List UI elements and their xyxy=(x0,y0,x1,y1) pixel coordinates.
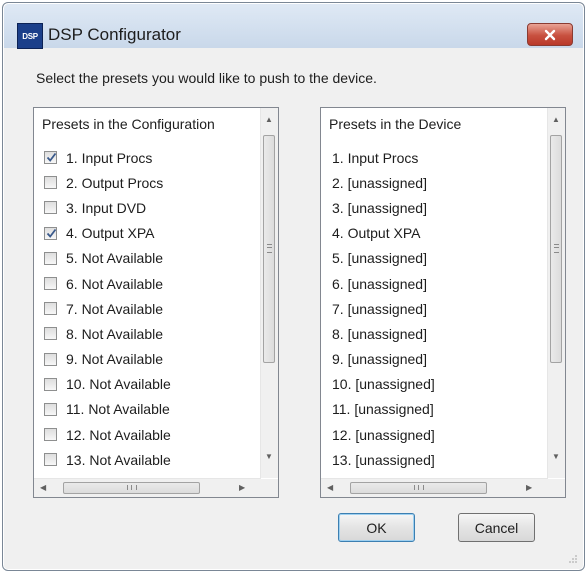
device-list-item[interactable]: 9. [unassigned] xyxy=(321,347,541,372)
device-list-item[interactable]: 13. [unassigned] xyxy=(321,447,541,472)
device-list-item[interactable]: 3. [unassigned] xyxy=(321,195,541,220)
configuration-vertical-scrollbar[interactable]: ▲ ▼ xyxy=(260,108,278,478)
device-list-item[interactable]: 7. [unassigned] xyxy=(321,296,541,321)
preset-label: 5. Not Available xyxy=(66,250,164,267)
window-title: DSP Configurator xyxy=(48,25,181,44)
device-list-item[interactable]: 12. [unassigned] xyxy=(321,422,541,447)
preset-checkbox[interactable] xyxy=(44,176,57,190)
checkmark-icon xyxy=(46,153,57,163)
device-list-item[interactable]: 10. [unassigned] xyxy=(321,372,541,397)
close-icon xyxy=(544,29,556,40)
preset-checkbox[interactable] xyxy=(44,277,57,291)
preset-checkbox[interactable] xyxy=(44,327,57,341)
preset-label: 2. Output Procs xyxy=(66,174,164,191)
close-button[interactable] xyxy=(527,23,573,46)
scroll-left-arrow-icon[interactable]: ◀ xyxy=(327,483,333,492)
preset-label: 12. Not Available xyxy=(66,426,171,443)
preset-label: 6. Not Available xyxy=(66,275,164,292)
horizontal-scroll-thumb[interactable] xyxy=(350,482,487,494)
grip-icon xyxy=(554,244,559,253)
device-presets-list[interactable]: Presets in the Device 1. Input Procs 2. [… xyxy=(320,107,566,498)
configuration-list-item[interactable]: 3. Input DVD xyxy=(34,195,254,220)
device-list-item[interactable]: 6. [unassigned] xyxy=(321,271,541,296)
instruction-text: Select the presets you would like to pus… xyxy=(36,70,377,86)
preset-checkbox[interactable] xyxy=(44,402,57,416)
preset-checkbox[interactable] xyxy=(44,302,57,316)
preset-label: 10. Not Available xyxy=(66,376,171,393)
horizontal-scroll-thumb[interactable] xyxy=(63,482,200,494)
preset-label: 7. Not Available xyxy=(66,300,164,317)
scroll-corner xyxy=(261,479,278,497)
checkmark-icon xyxy=(46,228,57,238)
preset-checkbox[interactable] xyxy=(44,251,57,265)
app-icon: DSP xyxy=(17,23,43,49)
configuration-list-item[interactable]: 13. Not Available xyxy=(34,447,254,472)
preset-label: 13. Not Available xyxy=(66,451,171,468)
preset-checkbox[interactable] xyxy=(44,428,57,442)
configuration-list-item[interactable]: 8. Not Available xyxy=(34,321,254,346)
configuration-presets-list[interactable]: Presets in the Configuration 1. Input Pr… xyxy=(33,107,279,498)
configuration-list-item[interactable]: 5. Not Available xyxy=(34,246,254,271)
preset-checkbox[interactable] xyxy=(44,377,57,391)
scroll-right-arrow-icon[interactable]: ▶ xyxy=(526,483,532,492)
preset-checkbox[interactable] xyxy=(44,352,57,366)
device-list-item[interactable]: 1. Input Procs xyxy=(321,145,541,170)
device-list-item[interactable]: 4. Output XPA xyxy=(321,221,541,246)
scroll-right-arrow-icon[interactable]: ▶ xyxy=(239,483,245,492)
configuration-list-header: Presets in the Configuration xyxy=(42,116,215,132)
configuration-list-item[interactable]: 10. Not Available xyxy=(34,372,254,397)
title-bar: DSP DSP Configurator xyxy=(4,4,583,49)
configuration-list-item[interactable]: 11. Not Available xyxy=(34,397,254,422)
preset-checkbox[interactable] xyxy=(44,453,57,467)
device-vertical-scrollbar[interactable]: ▲ ▼ xyxy=(547,108,565,478)
scroll-down-arrow-icon[interactable]: ▼ xyxy=(265,452,273,461)
configuration-list-item[interactable]: 12. Not Available xyxy=(34,422,254,447)
preset-label: 1. Input Procs xyxy=(66,149,153,166)
device-list-header: Presets in the Device xyxy=(329,116,462,132)
scroll-down-arrow-icon[interactable]: ▼ xyxy=(552,452,560,461)
cancel-button[interactable]: Cancel xyxy=(458,513,535,542)
configuration-list-item[interactable]: 4. Output XPA xyxy=(34,221,254,246)
scroll-up-arrow-icon[interactable]: ▲ xyxy=(265,115,273,124)
grip-icon xyxy=(267,244,272,253)
configuration-list-item[interactable]: 7. Not Available xyxy=(34,296,254,321)
grip-icon xyxy=(127,485,137,490)
configuration-list-rows: 1. Input Procs 2. Output Procs 3. Input DV… xyxy=(34,145,254,472)
resize-grip-icon[interactable] xyxy=(568,554,578,564)
vertical-scroll-thumb[interactable] xyxy=(263,135,275,363)
ok-button[interactable]: OK xyxy=(338,513,415,542)
preset-label: 11. Not Available xyxy=(66,401,170,418)
preset-checkbox[interactable] xyxy=(44,201,57,215)
configuration-list-item[interactable]: 2. Output Procs xyxy=(34,170,254,195)
dsp-configurator-dialog: DSP DSP Configurator Select the presets … xyxy=(2,2,585,571)
scroll-corner xyxy=(548,479,565,497)
device-list-item[interactable]: 2. [unassigned] xyxy=(321,170,541,195)
preset-label: 4. Output XPA xyxy=(66,225,155,242)
preset-label: 9. Not Available xyxy=(66,351,164,368)
preset-label: 3. Input DVD xyxy=(66,199,147,216)
device-horizontal-scrollbar[interactable]: ◀ ▶ xyxy=(321,478,548,497)
configuration-list-item[interactable]: 9. Not Available xyxy=(34,347,254,372)
scroll-up-arrow-icon[interactable]: ▲ xyxy=(552,115,560,124)
preset-label: 8. Not Available xyxy=(66,325,164,342)
scroll-left-arrow-icon[interactable]: ◀ xyxy=(40,483,46,492)
configuration-list-item[interactable]: 6. Not Available xyxy=(34,271,254,296)
device-list-item[interactable]: 5. [unassigned] xyxy=(321,246,541,271)
device-list-item[interactable]: 8. [unassigned] xyxy=(321,321,541,346)
device-list-rows: 1. Input Procs 2. [unassigned] 3. [unassig… xyxy=(321,145,541,472)
preset-checkbox[interactable] xyxy=(44,151,57,165)
device-list-item[interactable]: 11. [unassigned] xyxy=(321,397,541,422)
configuration-horizontal-scrollbar[interactable]: ◀ ▶ xyxy=(34,478,261,497)
grip-icon xyxy=(414,485,424,490)
preset-checkbox[interactable] xyxy=(44,226,57,240)
configuration-list-item[interactable]: 1. Input Procs xyxy=(34,145,254,170)
vertical-scroll-thumb[interactable] xyxy=(550,135,562,363)
